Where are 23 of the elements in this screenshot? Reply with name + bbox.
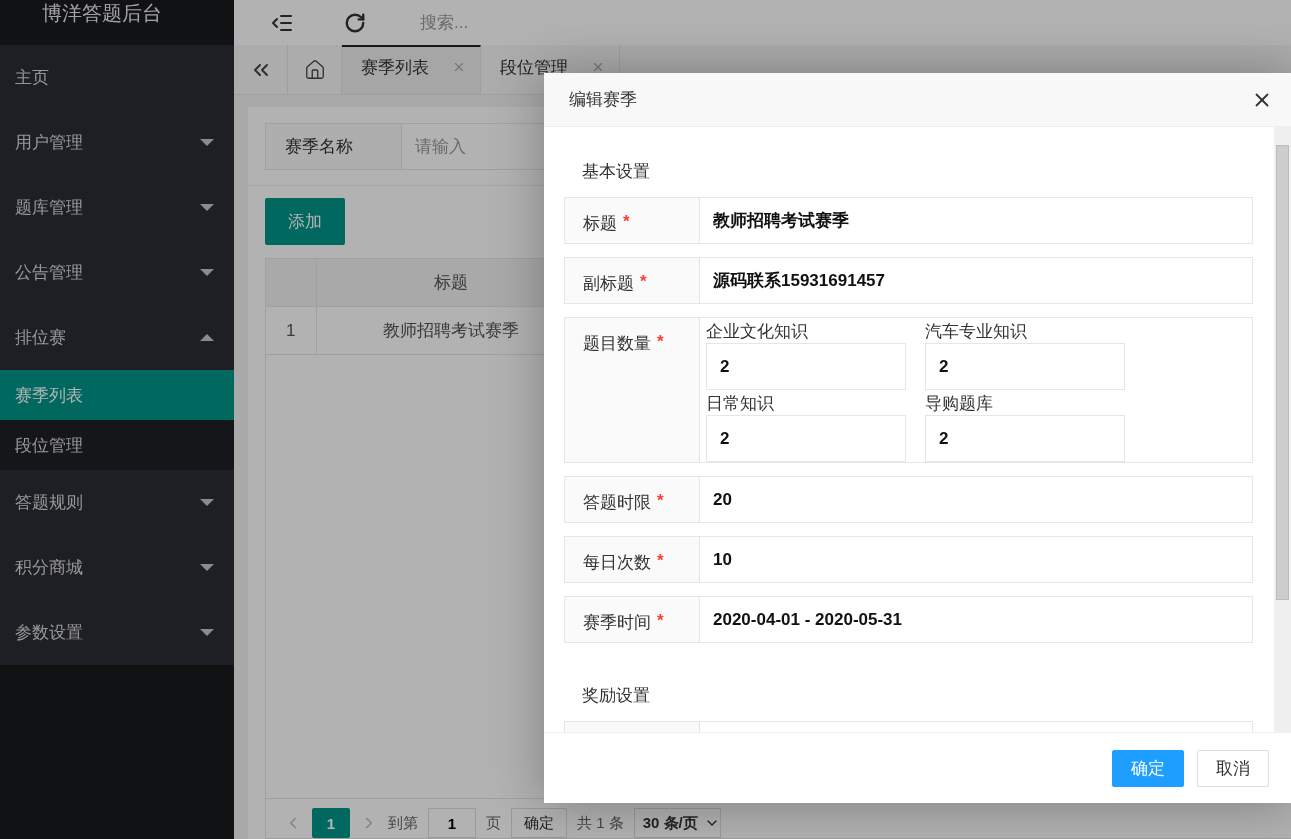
required-mark: * <box>657 611 664 631</box>
field-label: 赛季时间 * <box>564 596 700 643</box>
count-label: 日常知识 <box>706 393 775 415</box>
required-mark: * <box>657 551 664 571</box>
count-label: 汽车专业知识 <box>925 321 1028 343</box>
field-label: 标题 * <box>564 197 700 244</box>
count-label: 导购题库 <box>925 393 994 415</box>
total-count: 共 1 条 <box>577 814 624 833</box>
required-mark: * <box>640 272 647 292</box>
field-label: 副标题 * <box>564 257 700 304</box>
app-title: 博洋答题后台 <box>42 1 162 26</box>
required-mark: * <box>623 212 630 232</box>
field-label: 每日次数 * <box>564 536 700 583</box>
field-label: 答题时限 * <box>564 476 700 523</box>
search-label: 赛季名称 <box>265 123 402 170</box>
page-label: 页 <box>486 814 501 833</box>
section-heading: 奖励设置 <box>581 685 651 707</box>
goto-label: 到第 <box>388 814 418 833</box>
count-label: 企业文化知识 <box>706 321 809 343</box>
required-mark: * <box>657 332 664 352</box>
table-cell: 1 <box>266 307 317 354</box>
required-mark: * <box>657 491 664 511</box>
field-label: 题目数量 * <box>564 317 700 463</box>
